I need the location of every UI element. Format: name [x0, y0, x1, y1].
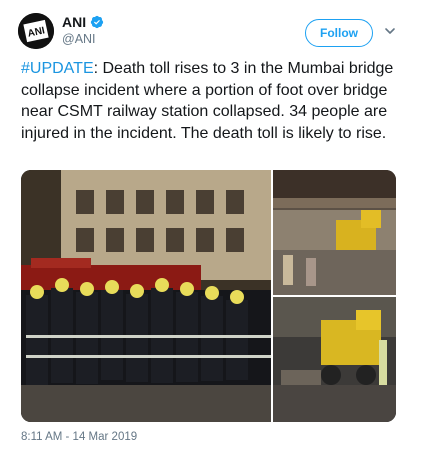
verified-badge-icon [91, 15, 104, 29]
follow-button[interactable]: Follow [305, 19, 373, 47]
account-name-row: ANI [62, 14, 104, 30]
chevron-down-icon[interactable] [384, 25, 396, 37]
photo-firefighters-icon[interactable] [21, 170, 271, 422]
account-avatar[interactable]: ANI [18, 13, 54, 49]
display-name[interactable]: ANI [62, 14, 86, 30]
photo-excavator-icon[interactable] [273, 297, 396, 422]
tweet-media-grid [21, 170, 396, 422]
photo-bulldozer-icon[interactable] [273, 170, 396, 295]
tweet-text: #UPDATE: Death toll rises to 3 in the Mu… [21, 58, 405, 144]
account-handle[interactable]: @ANI [62, 32, 96, 46]
hashtag-link[interactable]: #UPDATE [21, 60, 94, 77]
ani-logo-icon: ANI [18, 13, 54, 49]
tweet-timestamp[interactable]: 8:11 AM - 14 Mar 2019 [21, 431, 137, 443]
